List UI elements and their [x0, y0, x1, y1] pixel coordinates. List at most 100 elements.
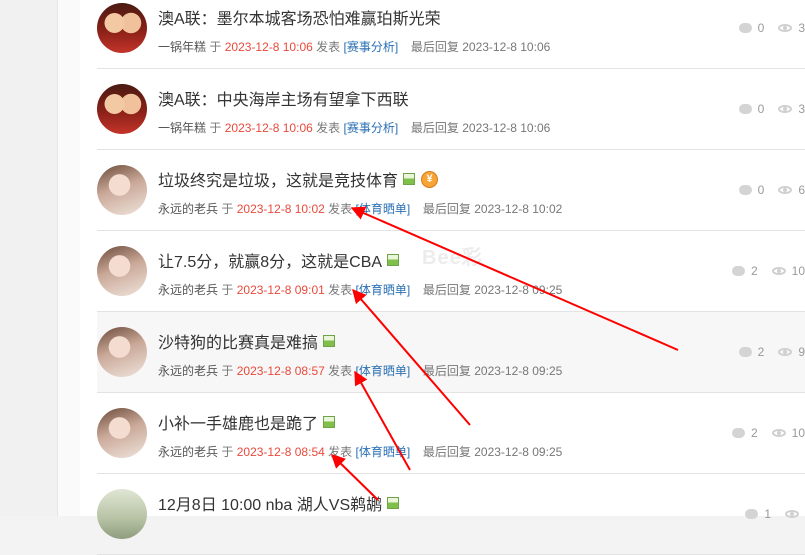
- view-count: 9: [798, 345, 805, 359]
- avatar[interactable]: [97, 327, 147, 377]
- last-reply-date: 2023-12-8 09:25: [474, 364, 563, 378]
- thread-meta: 一锅年糕 于 2023-12-8 10:06 发表 [赛事分析] 最后回复 20…: [158, 119, 550, 136]
- avatar[interactable]: [97, 165, 147, 215]
- eye-icon: [778, 105, 793, 113]
- thread-title-text[interactable]: 澳A联：墨尔本城客场恐怕难赢珀斯光荣: [158, 5, 441, 29]
- category-link[interactable]: [赛事分析]: [344, 40, 399, 54]
- comment-bubble-icon: [731, 266, 745, 276]
- posted-label: 发表: [316, 40, 341, 54]
- yu-label: 于: [221, 445, 234, 459]
- reply-count: 2: [750, 426, 758, 440]
- posted-label: 发表: [316, 121, 341, 135]
- avatar[interactable]: [97, 408, 147, 458]
- left-margin: [0, 0, 57, 516]
- last-reply-label: 最后回复: [410, 40, 459, 54]
- author-link[interactable]: 一锅年糕: [158, 40, 206, 54]
- eye-icon: [771, 429, 786, 437]
- eye-icon: [778, 348, 793, 356]
- category-link[interactable]: [体育晒单]: [356, 445, 411, 459]
- yu-label: 于: [209, 121, 222, 135]
- eye-icon: [778, 186, 793, 194]
- yu-label: 于: [221, 364, 234, 378]
- thread-title[interactable]: 12月8日 10:00 nba 湖人VS鹈鹕: [158, 491, 400, 515]
- view-count: 10: [791, 264, 805, 278]
- category-link[interactable]: [体育晒单]: [356, 364, 411, 378]
- last-reply-label: 最后回复: [410, 121, 459, 135]
- posted-label: 发表: [328, 283, 353, 297]
- last-reply-label: 最后回复: [422, 202, 471, 216]
- author-link[interactable]: 永远的老兵: [158, 202, 218, 216]
- thread-meta: 一锅年糕 于 2023-12-8 10:06 发表 [赛事分析] 最后回复 20…: [158, 38, 550, 55]
- thread-stats: 0 3: [738, 21, 805, 35]
- thread-row[interactable]: 小补一手雄鹿也是跪了 永远的老兵 于 2023-12-8 08:54 发表 [体…: [97, 393, 805, 474]
- posted-label: 发表: [328, 202, 353, 216]
- view-count: 6: [798, 183, 805, 197]
- image-attachment-icon: [323, 335, 336, 347]
- avatar[interactable]: [97, 246, 147, 296]
- thread-title[interactable]: 沙特狗的比赛真是难搞: [158, 329, 336, 353]
- thread-title-text[interactable]: 小补一手雄鹿也是跪了: [158, 410, 318, 434]
- post-date: 2023-12-8 09:01: [236, 283, 325, 297]
- thread-title[interactable]: 垃圾终究是垃圾，这就是竞技体育 ¥: [158, 167, 439, 191]
- thread-meta: 永远的老兵 于 2023-12-8 09:01 发表 [体育晒单] 最后回复 2…: [158, 281, 562, 298]
- thread-meta: 永远的老兵 于 2023-12-8 08:57 发表 [体育晒单] 最后回复 2…: [158, 362, 562, 379]
- thread-stats: 2 10: [731, 426, 805, 440]
- post-date: 2023-12-8 08:54: [236, 445, 325, 459]
- post-date: 2023-12-8 10:06: [224, 121, 313, 135]
- thread-meta: 永远的老兵 于 2023-12-8 10:02 发表 [体育晒单] 最后回复 2…: [158, 200, 562, 217]
- author-link[interactable]: 永远的老兵: [158, 364, 218, 378]
- avatar[interactable]: [97, 84, 147, 134]
- thread-row[interactable]: 澳A联：墨尔本城客场恐怕难赢珀斯光荣 一锅年糕 于 2023-12-8 10:0…: [97, 0, 805, 69]
- thread-title-text[interactable]: 让7.5分，就赢8分，这就是CBA: [158, 248, 382, 272]
- reply-count: 2: [750, 264, 758, 278]
- reply-count: 1: [764, 507, 771, 521]
- thread-row[interactable]: 12月8日 10:00 nba 湖人VS鹈鹕 1: [97, 474, 805, 555]
- thread-title[interactable]: 澳A联：中央海岸主场有望拿下西联: [158, 86, 409, 110]
- avatar[interactable]: [97, 3, 147, 53]
- post-date: 2023-12-8 10:02: [236, 202, 325, 216]
- image-attachment-icon: [323, 416, 336, 428]
- last-reply-date: 2023-12-8 09:25: [474, 445, 563, 459]
- reply-count: 2: [757, 345, 765, 359]
- thread-title-text[interactable]: 沙特狗的比赛真是难搞: [158, 329, 318, 353]
- thread-stats: 1: [745, 507, 805, 521]
- author-link[interactable]: 永远的老兵: [158, 283, 218, 297]
- thread-title[interactable]: 小补一手雄鹿也是跪了: [158, 410, 336, 434]
- yu-label: 于: [221, 202, 234, 216]
- thread-title-text[interactable]: 澳A联：中央海岸主场有望拿下西联: [158, 86, 409, 110]
- author-link[interactable]: 永远的老兵: [158, 445, 218, 459]
- thread-list-panel: 澳A联：墨尔本城客场恐怕难赢珀斯光荣 一锅年糕 于 2023-12-8 10:0…: [80, 0, 805, 555]
- posted-label: 发表: [328, 364, 353, 378]
- thread-row[interactable]: 澳A联：中央海岸主场有望拿下西联 一锅年糕 于 2023-12-8 10:06 …: [97, 69, 805, 150]
- thread-title-text[interactable]: 12月8日 10:00 nba 湖人VS鹈鹕: [158, 491, 382, 515]
- left-gutter: [57, 0, 80, 516]
- category-link[interactable]: [体育晒单]: [356, 202, 411, 216]
- post-date: 2023-12-8 10:06: [224, 40, 313, 54]
- reply-count: 0: [757, 21, 765, 35]
- last-reply-label: 最后回复: [422, 364, 471, 378]
- author-link[interactable]: 一锅年糕: [158, 121, 206, 135]
- thread-row[interactable]: 垃圾终究是垃圾，这就是竞技体育 ¥ 永远的老兵 于 2023-12-8 10:02…: [97, 150, 805, 231]
- comment-bubble-icon: [738, 185, 752, 195]
- image-attachment-icon: [387, 497, 400, 509]
- last-reply-date: 2023-12-8 10:06: [462, 121, 551, 135]
- yu-label: 于: [221, 283, 234, 297]
- comment-bubble-icon: [738, 347, 752, 357]
- view-count: 3: [798, 21, 805, 35]
- thread-title-text[interactable]: 垃圾终究是垃圾，这就是竞技体育: [158, 167, 398, 191]
- reply-count: 0: [757, 183, 765, 197]
- thread-title[interactable]: 让7.5分，就赢8分，这就是CBA: [158, 248, 400, 272]
- avatar[interactable]: [97, 489, 147, 539]
- category-link[interactable]: [赛事分析]: [344, 121, 399, 135]
- post-date: 2023-12-8 08:57: [236, 364, 325, 378]
- thread-title[interactable]: 澳A联：墨尔本城客场恐怕难赢珀斯光荣: [158, 5, 441, 29]
- category-link[interactable]: [体育晒单]: [356, 283, 411, 297]
- thread-row[interactable]: 沙特狗的比赛真是难搞 永远的老兵 于 2023-12-8 08:57 发表 [体…: [97, 312, 805, 393]
- last-reply-date: 2023-12-8 10:02: [474, 202, 563, 216]
- last-reply-date: 2023-12-8 10:06: [462, 40, 551, 54]
- thread-stats: 0 6: [738, 183, 805, 197]
- thread-meta: 永远的老兵 于 2023-12-8 08:54 发表 [体育晒单] 最后回复 2…: [158, 443, 562, 460]
- eye-icon: [771, 267, 786, 275]
- last-reply-label: 最后回复: [422, 445, 471, 459]
- posted-label: 发表: [328, 445, 353, 459]
